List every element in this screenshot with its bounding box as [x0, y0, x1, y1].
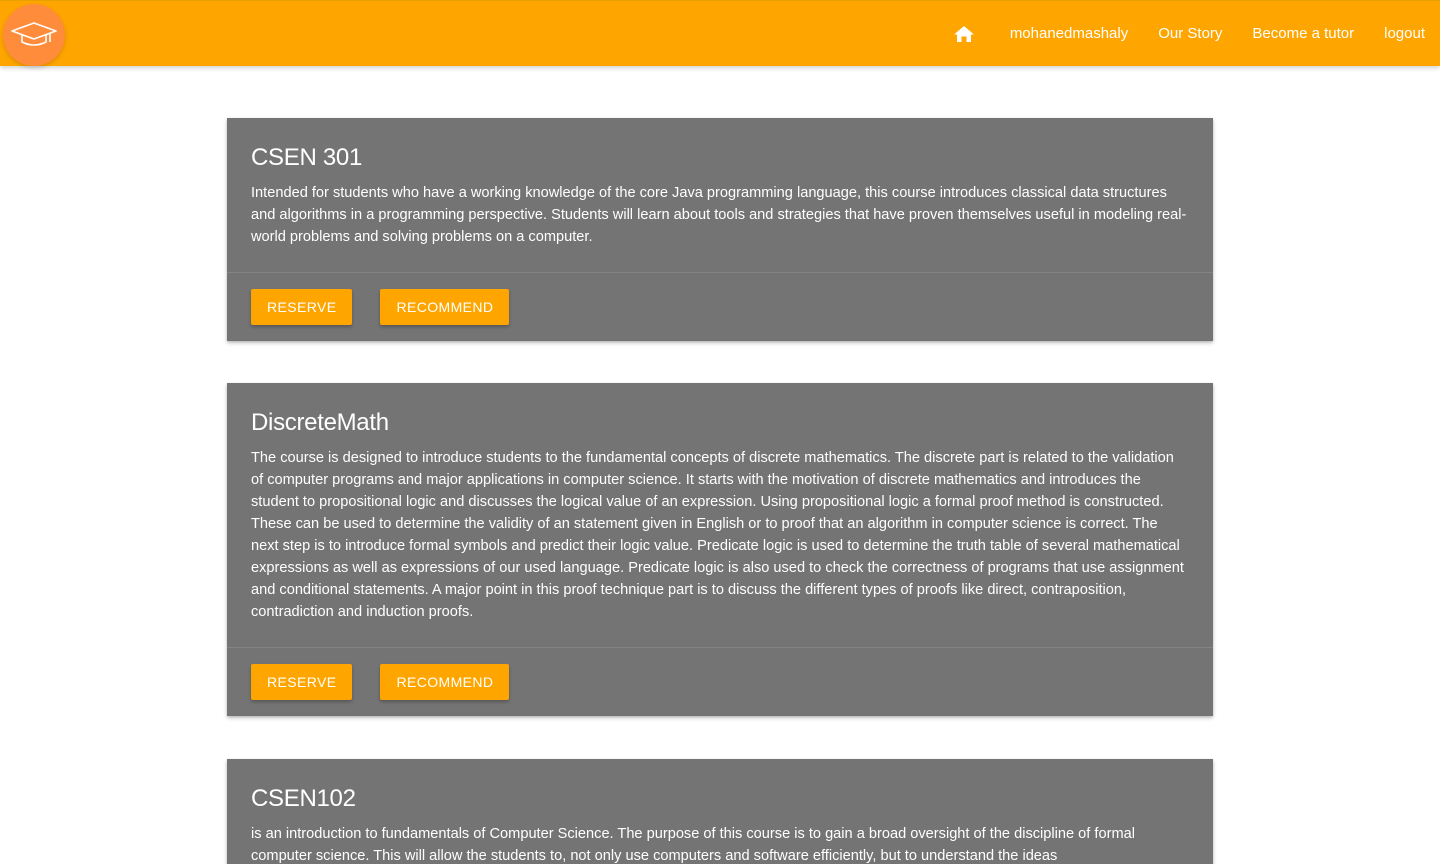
nav-item-become-tutor[interactable]: Become a tutor	[1237, 1, 1369, 67]
course-title: CSEN 301	[251, 144, 362, 171]
nav-item-logout[interactable]: logout	[1369, 1, 1440, 67]
graduation-cap-icon	[11, 22, 57, 46]
home-icon	[953, 26, 974, 42]
top-navbar: mohanedmashaly Our Story Become a tutor …	[0, 0, 1440, 66]
recommend-button[interactable]: RECOMMEND	[380, 664, 510, 700]
course-description: Intended for students who have a working…	[251, 185, 1187, 245]
course-title: CSEN102	[251, 785, 356, 812]
nav-item-profile[interactable]: mohanedmashaly	[995, 1, 1143, 67]
card-content: CSEN 301 Intended for students who have …	[227, 118, 1213, 272]
course-description: is an introduction to fundamentals of Co…	[251, 826, 1135, 864]
home-link[interactable]	[938, 1, 995, 67]
card-content: DiscreteMath The course is designed to i…	[227, 383, 1213, 647]
course-card: CSEN102 is an introduction to fundamenta…	[227, 759, 1213, 864]
card-actions: RESERVE RECOMMEND	[227, 272, 1213, 341]
reserve-button[interactable]: RESERVE	[251, 664, 353, 700]
card-content: CSEN102 is an introduction to fundamenta…	[227, 759, 1213, 864]
card-actions: RESERVE RECOMMEND	[227, 647, 1213, 716]
course-card: CSEN 301 Intended for students who have …	[227, 118, 1213, 341]
recommend-button[interactable]: RECOMMEND	[380, 289, 510, 325]
reserve-button[interactable]: RESERVE	[251, 289, 353, 325]
nav-links: mohanedmashaly Our Story Become a tutor …	[938, 1, 1440, 67]
course-description: The course is designed to introduce stud…	[251, 450, 1184, 620]
course-card: DiscreteMath The course is designed to i…	[227, 383, 1213, 716]
site-logo[interactable]	[3, 4, 65, 66]
nav-item-our-story[interactable]: Our Story	[1143, 1, 1237, 67]
course-title: DiscreteMath	[251, 409, 389, 436]
